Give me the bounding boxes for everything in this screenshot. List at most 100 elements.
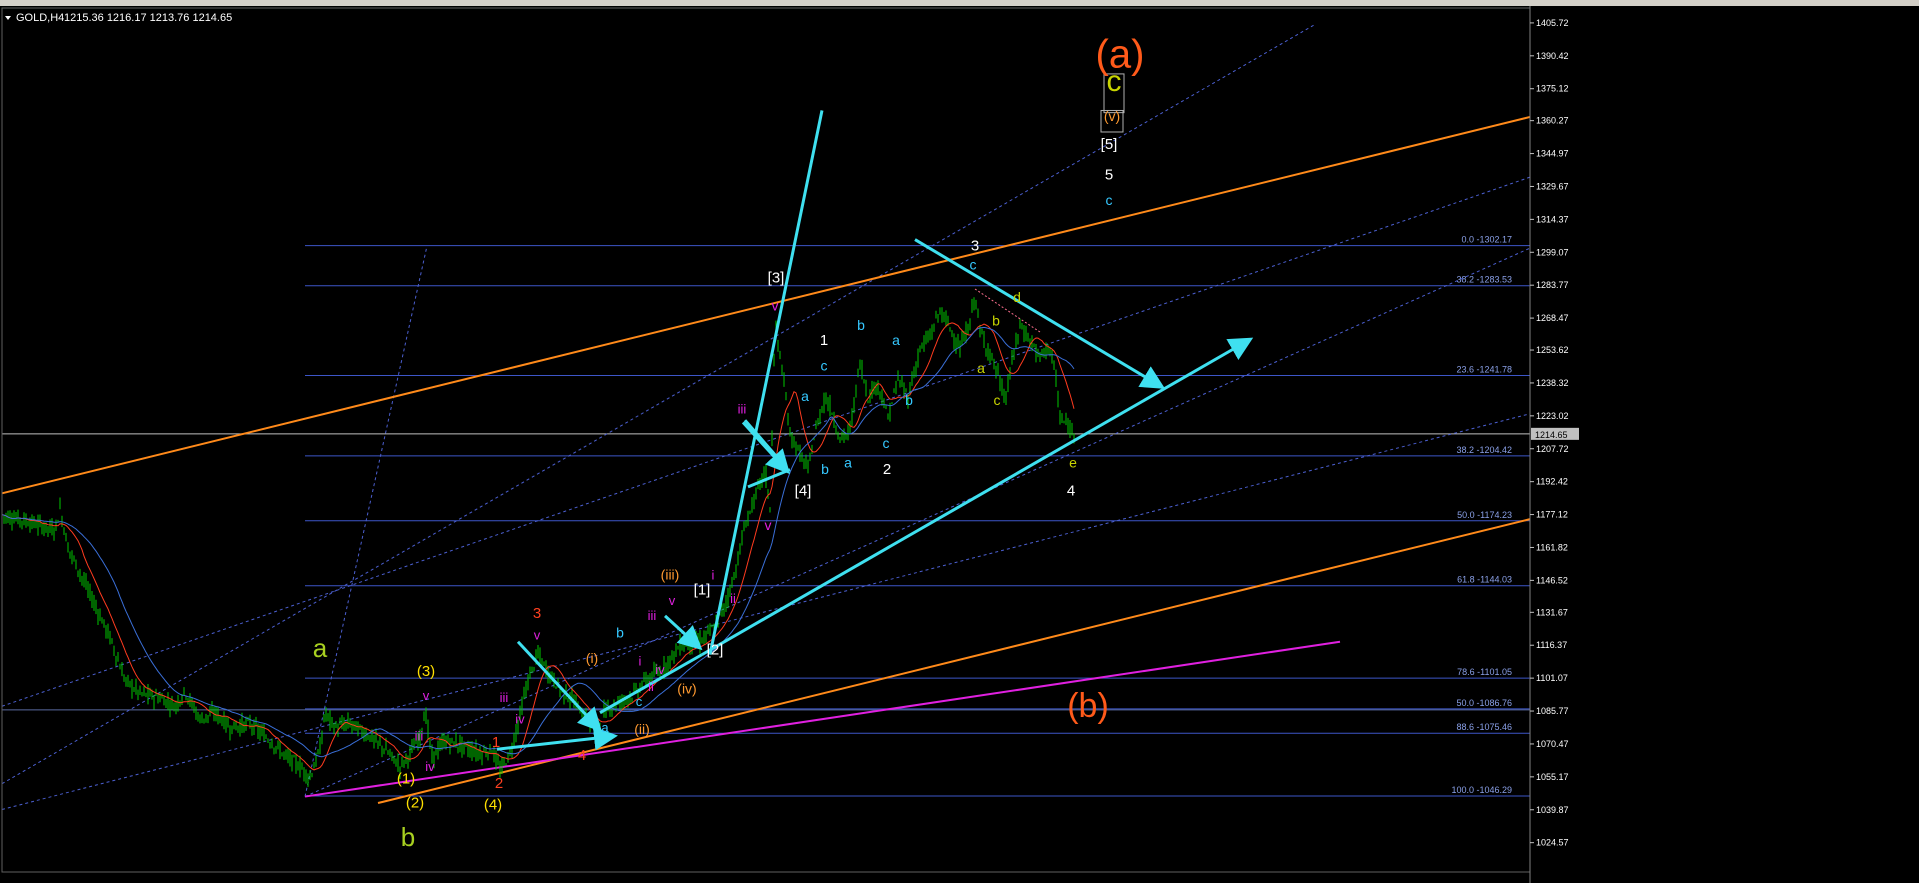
wave-label: i	[639, 653, 642, 668]
fib-level-label: 78.6 -1101.05	[1457, 667, 1512, 677]
wave-label: a	[892, 332, 900, 348]
cyan-arrows	[496, 110, 1254, 751]
axis-tick-label: 1405.72	[1536, 18, 1569, 28]
wave-label: 4	[1067, 482, 1075, 499]
axis-tick-label: 1253.62	[1536, 345, 1569, 355]
wave-label: c	[636, 694, 643, 709]
wave-label: iii	[500, 690, 509, 705]
fib-level-label: 0.0 -1302.17	[1461, 235, 1512, 245]
wave-label: (ii)	[634, 721, 650, 737]
wave-label: (v)	[1104, 108, 1120, 124]
wave-label: (3)	[417, 663, 435, 680]
fib-level-label: 38.2 -1283.53	[1456, 275, 1512, 285]
wave-label: c	[994, 392, 1001, 408]
wave-label: c	[1107, 65, 1122, 98]
wave-label: v	[772, 298, 779, 314]
axis-tick-label: 1101.07	[1536, 673, 1568, 683]
axis-tick-label: 1314.37	[1536, 214, 1569, 224]
slow-moving-average	[1, 326, 1075, 758]
wave-label: (4)	[484, 796, 502, 813]
wave-label: iii	[738, 402, 747, 417]
axis-tick-label: 1116.37	[1536, 640, 1567, 650]
price-axis: 1405.72 1390.42 1375.12 1360.27 1344.97 1329.…	[1, 6, 1579, 883]
axis-tick-label: 1146.52	[1536, 575, 1568, 585]
wave-label: a	[601, 720, 609, 735]
axis-tick-label: 1360.27	[1536, 116, 1569, 126]
wave-label: [3]	[768, 270, 785, 287]
magenta-trendline	[304, 640, 1341, 798]
symbol-ohlc: 1215.36 1216.17 1213.76 1214.65	[64, 12, 232, 24]
moving-averages	[1, 322, 1075, 771]
wave-label: a	[313, 633, 328, 663]
fib-level-label: 23.6 -1241.78	[1456, 364, 1512, 374]
wave-label: (1)	[397, 771, 415, 788]
chevron-down-icon[interactable]	[5, 16, 11, 20]
wave-label: b	[821, 461, 829, 477]
symbol-header: GOLD,H4 1215.36 1216.17 1213.76 1214.65	[5, 12, 232, 24]
wave-label: v	[669, 593, 676, 608]
wave-label: (b)	[1067, 687, 1109, 725]
chart-canvas[interactable]: 0.0 -1302.17 38.2 -1283.53 23.6 -1241.78 38…	[0, 6, 1919, 883]
wave-label: 4	[578, 747, 586, 764]
wave-label: [4]	[795, 482, 812, 499]
wave-label: [5]	[1101, 136, 1118, 153]
axis-tick-label: 1161.82	[1536, 542, 1568, 552]
orange-channel-upper	[1, 115, 1531, 495]
fast-moving-average	[1, 322, 1075, 771]
wave-label: iv	[425, 759, 435, 774]
axis-tick-label: 1177.12	[1536, 510, 1568, 520]
wave-label: 5	[1105, 166, 1113, 183]
wave-label: 2	[883, 461, 891, 478]
rising-cyan-trendline-arrow	[701, 337, 1254, 656]
fib-level-label: 100.0 -1046.29	[1451, 785, 1512, 795]
wave-label: iii	[415, 729, 424, 744]
wave-label: iv	[655, 662, 665, 677]
axis-tick-label: 1192.42	[1536, 477, 1568, 487]
wave-label: e	[1069, 455, 1077, 471]
fib-level-label: 61.8 -1144.03	[1457, 575, 1512, 585]
axis-tick-label: 1344.97	[1536, 149, 1569, 159]
wave-label: ii	[648, 679, 654, 694]
axis-tick-label: 1131.67	[1536, 607, 1568, 617]
axis-tick-label: 1039.87	[1536, 805, 1569, 815]
wave-label: b	[401, 822, 415, 852]
wave-label: ii	[730, 591, 736, 606]
cyan-arrow-3	[663, 614, 703, 651]
wave-label: v	[534, 628, 541, 643]
wave-label: (2)	[406, 794, 424, 811]
wave-label: (i)	[586, 650, 598, 666]
dotted-trendline	[304, 247, 1531, 798]
wave-label: iv	[515, 711, 525, 726]
wave-label: c	[821, 358, 828, 374]
axis-tick-label: 1329.67	[1536, 181, 1569, 191]
axis-tick-label: 1375.12	[1536, 84, 1569, 94]
wave-label: v	[765, 517, 772, 533]
wave-label: a	[977, 360, 985, 376]
wave-label: (iv)	[677, 680, 696, 696]
dotted-trendlines	[1, 24, 1531, 810]
wave-labels: (a)c(v)[5]5c(b)3cdbace4[3]v1cbaa bcab 2[4]…	[313, 32, 1145, 852]
wave-label: b	[992, 313, 1000, 329]
axis-tick-label: 1070.47	[1536, 739, 1569, 749]
wave-label: b	[857, 317, 865, 333]
candles	[1, 297, 1075, 787]
dotted-trendline	[1, 176, 1531, 707]
axis-tick-label: 1283.77	[1536, 280, 1569, 290]
wave-label: c	[970, 257, 977, 273]
axis-tick-label: 1223.02	[1536, 411, 1569, 421]
wave-label: b	[905, 392, 913, 408]
wave-label: (iii)	[661, 566, 680, 582]
wave-label: a	[844, 455, 852, 471]
axis-tick-label: 1390.42	[1536, 51, 1569, 61]
axis-tick-label: 1024.57	[1536, 838, 1569, 848]
fib-level-label: 38.2 -1204.42	[1456, 445, 1512, 455]
wave-label: [2]	[707, 642, 724, 659]
cyan-arrow-5	[747, 468, 791, 489]
price-chart[interactable]: 0.0 -1302.17 38.2 -1283.53 23.6 -1241.78 38…	[0, 6, 1919, 883]
symbol-name: GOLD,H4	[16, 12, 64, 24]
axis-tick-label: 1238.32	[1536, 378, 1569, 388]
fib-level-label: 88.6 -1075.46	[1456, 722, 1512, 732]
trend-lines	[1, 115, 1531, 804]
wave-label: i	[712, 567, 715, 582]
wave-label: 1	[492, 734, 500, 751]
